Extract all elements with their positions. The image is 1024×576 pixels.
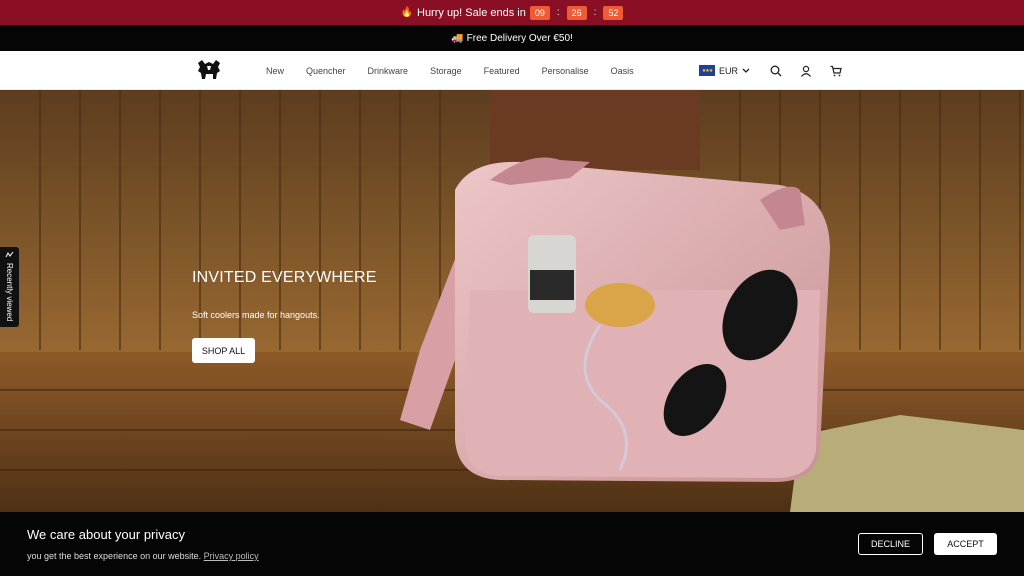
- stanley-bear-logo[interactable]: [196, 59, 222, 81]
- nav-item-oasis[interactable]: Oasis: [611, 66, 634, 76]
- sale-countdown-bar: 🔥 Hurry up! Sale ends in 09 : 26 : 52: [0, 0, 1024, 25]
- truck-icon: 🚚: [451, 32, 464, 44]
- hero-title: INVITED EVERYWHERE: [192, 269, 377, 286]
- privacy-title: We care about your privacy: [27, 527, 185, 542]
- privacy-description: you get the best experience on our websi…: [27, 551, 202, 561]
- nav-item-storage[interactable]: Storage: [430, 66, 462, 76]
- decline-button[interactable]: DECLINE: [858, 533, 923, 555]
- sale-text: Hurry up! Sale ends in: [417, 6, 526, 19]
- countdown-separator: :: [556, 7, 560, 18]
- accept-button[interactable]: ACCEPT: [934, 533, 997, 555]
- header-actions: ★★★ EUR: [699, 51, 844, 90]
- countdown-minutes: 26: [566, 5, 587, 20]
- currency-label: EUR: [719, 65, 739, 76]
- nav-item-featured[interactable]: Featured: [484, 66, 520, 76]
- eu-flag-icon: ★★★: [699, 65, 715, 76]
- countdown-seconds: 52: [603, 5, 624, 20]
- privacy-text: you get the best experience on our websi…: [27, 551, 259, 561]
- recently-viewed-label: Recently viewed: [5, 263, 14, 322]
- delivery-text: Free Delivery Over €50!: [466, 32, 573, 44]
- countdown-separator: :: [593, 7, 597, 18]
- nav-item-drinkware[interactable]: Drinkware: [368, 66, 409, 76]
- site-header: New Quencher Drinkware Storage Featured …: [0, 51, 1024, 90]
- search-icon[interactable]: [768, 63, 784, 79]
- hero-image: [0, 90, 1024, 512]
- shop-all-button[interactable]: SHOP ALL: [192, 338, 255, 363]
- hero-banner: INVITED EVERYWHERE Soft coolers made for…: [0, 90, 1024, 512]
- nav-item-new[interactable]: New: [266, 66, 284, 76]
- countdown-hours: 09: [529, 5, 550, 20]
- recently-viewed-tab[interactable]: Recently viewed: [0, 247, 19, 327]
- eye-icon: [5, 251, 14, 258]
- main-nav: New Quencher Drinkware Storage Featured …: [266, 51, 634, 90]
- hero-subtitle: Soft coolers made for hangouts.: [192, 310, 320, 320]
- account-icon[interactable]: [798, 63, 814, 79]
- nav-item-personalise[interactable]: Personalise: [542, 66, 589, 76]
- privacy-banner: We care about your privacy you get the b…: [0, 512, 1024, 576]
- delivery-banner: 🚚 Free Delivery Over €50!: [0, 25, 1024, 51]
- chevron-down-icon: [742, 68, 750, 73]
- currency-selector[interactable]: ★★★ EUR: [699, 65, 750, 76]
- privacy-policy-link[interactable]: Privacy policy: [204, 551, 259, 561]
- nav-item-quencher[interactable]: Quencher: [306, 66, 346, 76]
- fire-icon: 🔥: [400, 7, 413, 18]
- cart-icon[interactable]: [828, 63, 844, 79]
